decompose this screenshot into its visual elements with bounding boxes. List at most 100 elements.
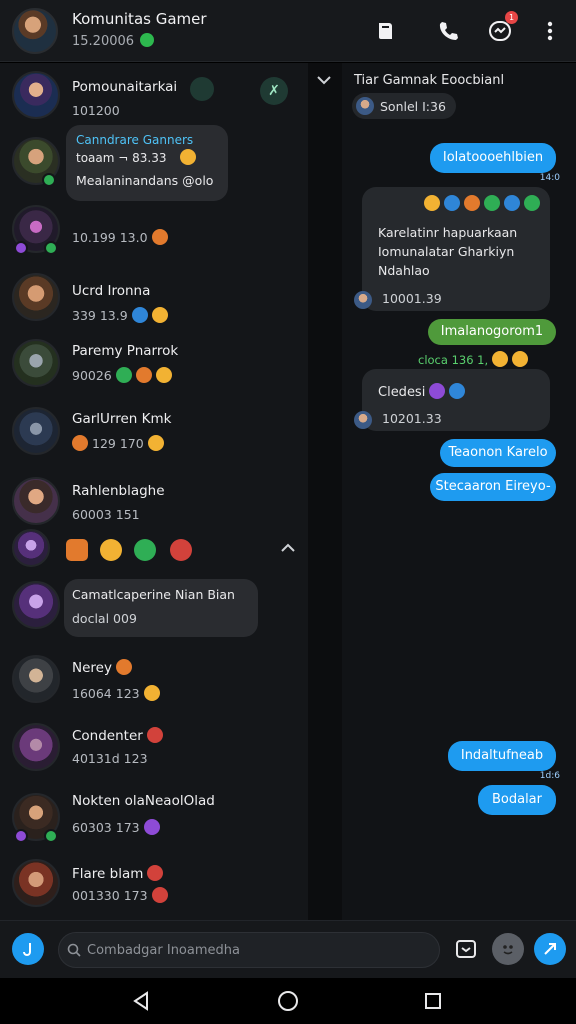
member-count: 15.20006 [72,33,155,49]
emoji-icon [131,307,148,323]
book-button[interactable] [372,17,400,45]
avatar [12,529,50,567]
reaction-strip [0,529,308,569]
message-bubble[interactable]: Camatlcaperine Nian Bian doclal 009 [64,579,258,637]
conversation-title: Tiar Gamnak Eoocbianl [354,73,505,88]
chat-name: Pomounaitarkai [72,79,178,95]
avatar [12,273,60,321]
member-count-value: 15.200 [72,34,118,49]
avatar [12,581,60,629]
chat-name: Rahlenblaghe [72,483,165,499]
emoji-icon [155,367,172,383]
chevron-up-icon[interactable] [280,543,296,553]
message-bubble[interactable]: Canndrare Ganners toaam ¬ 83.33 Mealanin… [66,125,228,201]
emoji-icon [147,435,164,451]
outgoing-message[interactable]: Bodalar [478,785,556,815]
message-input[interactable] [87,933,427,967]
list-item[interactable]: 10.199 13.0 [0,205,308,265]
reaction-row[interactable] [424,195,540,211]
emoji-button[interactable] [492,933,524,965]
emoji-icon [444,195,460,211]
incoming-message-card[interactable]: Karelatinr hapuarkaan Iomunalatar Gharki… [354,187,550,311]
home-button[interactable] [275,988,301,1014]
avatar [12,407,60,455]
emoji-icon [512,351,529,367]
chat-meta: 339 13.9 [72,307,168,323]
recents-button[interactable] [420,988,446,1014]
emoji-icon [151,229,168,245]
group-avatar[interactable] [12,8,58,54]
panel-divider [308,63,342,920]
back-button[interactable] [128,988,154,1014]
chat-name: Nerey [72,659,132,676]
sender-pill[interactable]: Sonlel I:36 [352,93,456,119]
avatar [12,71,60,119]
message-time: 10001.39 [382,291,442,306]
emoji-icon [115,659,132,675]
bubble-text: Camatlcaperine Nian Bian [72,587,235,602]
attach-icon [23,943,31,956]
list-item[interactable]: Pomounaitarkai 101200 ✗ [0,69,308,129]
emoji-icon [151,307,168,323]
sticker-button[interactable] [450,933,482,965]
more-menu-button[interactable] [536,17,564,45]
notification-badge: 1 [505,11,518,24]
share-icon[interactable] [190,77,214,101]
sticker-icon [456,940,476,958]
message-text: Cledesi [378,383,466,400]
chat-name: GarlUrren Kmk [72,411,172,427]
list-item[interactable]: Rahlenblaghe 60003 151 [0,475,308,535]
emoji-icon [484,195,500,211]
avatar [12,723,60,771]
chat-meta: 101200 [72,103,120,118]
list-item[interactable]: Flare blam 001330 173 [0,859,308,919]
emoji-icon [449,383,466,399]
emoji-icon [503,945,513,955]
emoji-icon [504,195,520,211]
avatar [12,339,60,387]
call-button[interactable] [434,17,462,45]
outgoing-message[interactable]: Iolatoooehlbien [430,143,556,173]
attach-button[interactable] [12,933,44,965]
list-item[interactable]: Canndrare Ganners toaam ¬ 83.33 Mealanin… [0,125,308,211]
chat-meta: 60303 173 [72,819,160,835]
emoji-icon [180,149,196,165]
online-status-icon [42,173,56,187]
outgoing-message[interactable]: Teaonon Karelo [440,439,556,467]
list-item[interactable]: Condenter 40131d 123 [0,721,308,787]
bubble-sender: Canndrare Ganners [76,133,194,147]
group-title[interactable]: Komunitas Gamer [72,10,207,28]
emoji-icon [151,887,168,903]
badge-emoji-icon[interactable] [170,539,192,561]
chat-meta: 90026 [72,367,172,383]
star-emoji-icon[interactable] [100,539,122,561]
chevron-down-icon[interactable] [316,75,332,85]
avatar [354,411,372,429]
smile-emoji-icon[interactable] [134,539,156,561]
bubble-line: toaam ¬ 83.33 [76,151,167,165]
list-item[interactable]: Ucrd Ironna 339 13.9 [0,271,308,331]
avatar [354,291,372,309]
recents-icon [425,993,441,1009]
outgoing-message[interactable]: Imalanogorom1 [428,319,556,345]
outgoing-message[interactable]: Stecaaron Eireyo- [430,473,556,501]
box-emoji-icon[interactable] [66,539,88,561]
message-field[interactable] [58,932,440,968]
chat-meta: 129 170 [72,435,164,451]
pin-icon[interactable]: ✗ [260,77,288,105]
incoming-message-card[interactable]: Cledesi 10201.33 [354,369,550,431]
emoji-icon [146,727,163,743]
phone-icon [439,22,458,40]
activity-button[interactable]: 1 [486,11,518,45]
list-item[interactable]: Nokten olaNeaolOlad 60303 173 [0,787,308,857]
list-item[interactable]: Nerey 16064 123 [0,653,308,719]
list-item[interactable]: Camatlcaperine Nian Bian doclal 009 [0,573,308,649]
emoji-icon [524,195,540,211]
outgoing-message[interactable]: Indaltufneab [448,741,556,771]
list-item[interactable]: Paremy Pnarrok 90026 [0,337,308,403]
chat-name: Paremy Pnarrok [72,343,179,359]
list-item[interactable]: GarlUrren Kmk 129 170 [0,403,308,469]
online-status-icon [44,241,58,255]
send-button[interactable] [534,933,566,965]
message-text: Karelatinr hapuarkaan Iomunalatar Gharki… [378,225,518,278]
